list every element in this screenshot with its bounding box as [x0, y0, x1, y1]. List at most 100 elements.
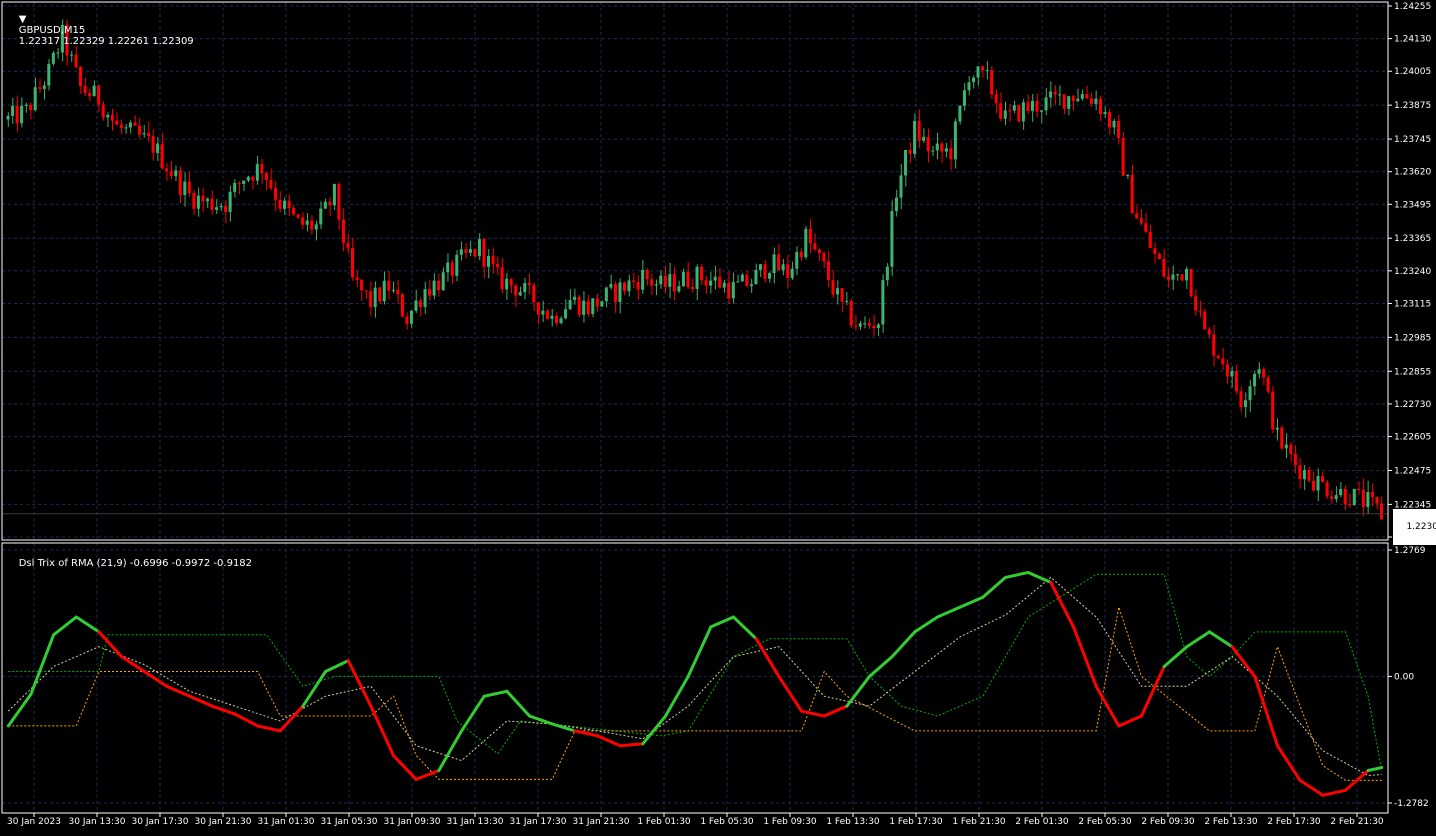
candle-body — [1130, 174, 1134, 214]
candle-body — [409, 310, 413, 324]
candle-body — [781, 264, 785, 271]
candle-body — [1370, 492, 1374, 498]
candle-body — [967, 82, 971, 91]
candle-body — [1053, 91, 1057, 95]
candle-body — [1311, 480, 1316, 491]
chart-window[interactable]: 1.24255 1.24130 1.24005 1.23875 1.23745 1.236… — [0, 0, 1436, 832]
candle — [1271, 386, 1275, 434]
candle-body — [414, 300, 418, 311]
candle-body — [1012, 105, 1016, 111]
candle-body — [713, 276, 717, 281]
candle-body — [894, 197, 898, 212]
candle-body — [255, 164, 259, 181]
candle-body — [768, 273, 772, 279]
candle-body — [310, 220, 314, 230]
candle-body — [826, 261, 830, 281]
candle-body — [568, 299, 572, 310]
candle-body — [468, 249, 472, 253]
candle-body — [763, 264, 767, 279]
candle-body — [1153, 248, 1157, 254]
candle-body — [754, 269, 758, 285]
candle-body — [972, 77, 976, 83]
candle-body — [777, 254, 781, 271]
candle-body — [1253, 373, 1257, 387]
candle-body — [1094, 98, 1098, 104]
candle-body — [423, 289, 427, 308]
candle-body — [849, 300, 853, 326]
candle-body — [432, 280, 436, 296]
price-tick-label: 1.22855 — [1394, 367, 1431, 377]
candle-body — [346, 243, 350, 249]
time-tick-label: 31 Jan 01:30 — [258, 817, 315, 827]
candle-body — [205, 198, 209, 202]
candle — [1352, 488, 1356, 506]
candle-body — [600, 301, 604, 307]
candle-body — [1275, 427, 1279, 430]
candle-body — [931, 150, 935, 152]
candle-body — [867, 323, 871, 326]
candle-body — [627, 280, 631, 292]
candle-body — [418, 300, 423, 308]
candle-body — [373, 287, 377, 308]
candle — [849, 299, 853, 328]
candle — [1017, 104, 1021, 124]
candle-body — [1339, 488, 1343, 496]
candle-body — [1180, 274, 1184, 281]
candle-body — [953, 121, 957, 160]
chart-canvas[interactable]: 1.24255 1.24130 1.24005 1.23875 1.23745 1.236… — [0, 0, 1436, 832]
candle-body — [1321, 476, 1325, 483]
candle-body — [1203, 311, 1207, 330]
candle-body — [210, 198, 214, 210]
candle-body — [251, 176, 255, 181]
price-tick-label: 1.22730 — [1394, 400, 1431, 410]
symbol-header: ▼ GBPUSD,M15 1.22317 1.22329 1.22261 1.2… — [6, 3, 194, 58]
candle-body — [1248, 386, 1252, 401]
candle-body — [446, 262, 450, 273]
candle-body — [301, 217, 305, 225]
candle-body — [11, 105, 15, 116]
candle-body — [441, 272, 445, 291]
candle-body — [577, 296, 581, 315]
candle-body — [885, 266, 889, 281]
candle — [1266, 375, 1270, 394]
candle-body — [296, 214, 300, 218]
candle-body — [822, 253, 826, 262]
candle-body — [749, 284, 753, 287]
candle-body — [328, 201, 332, 206]
candle-body — [491, 255, 495, 264]
time-tick-label: 2 Feb 01:30 — [1015, 817, 1069, 827]
candle-body — [1194, 296, 1198, 311]
candle-body — [913, 120, 917, 154]
candle-body — [1361, 489, 1365, 507]
collapse-triangle-icon[interactable]: ▼ — [19, 14, 27, 25]
candle-body — [29, 104, 33, 111]
candle-body — [1230, 371, 1234, 377]
candle-body — [1289, 444, 1293, 455]
candle-body — [20, 105, 24, 124]
candle-body — [858, 323, 862, 327]
candle-body — [1198, 310, 1202, 312]
candle-body — [1044, 97, 1048, 111]
time-tick-label: 30 Jan 17:30 — [132, 817, 189, 827]
candle-body — [650, 279, 654, 286]
candle-body — [337, 184, 341, 220]
candle-body — [836, 288, 840, 295]
candle-body — [1307, 469, 1311, 481]
price-tick-label: 1.23365 — [1394, 234, 1431, 244]
candle-body — [396, 289, 400, 295]
candle-body — [1030, 100, 1034, 111]
candle-body — [455, 254, 459, 276]
candle-body — [88, 93, 92, 97]
candle-body — [79, 67, 83, 87]
candle-body — [278, 199, 282, 209]
candle-body — [24, 104, 28, 106]
candle-body — [283, 200, 287, 209]
time-tick-label: 1 Feb 05:30 — [700, 817, 754, 827]
candle-body — [831, 280, 835, 295]
candle-body — [378, 287, 382, 302]
candle-body — [514, 285, 518, 296]
price-tick-label: 1.23745 — [1394, 135, 1431, 145]
current-price-tag: 1.22309 — [1393, 509, 1436, 545]
candle-body — [1089, 98, 1093, 104]
candle-body — [360, 279, 364, 291]
